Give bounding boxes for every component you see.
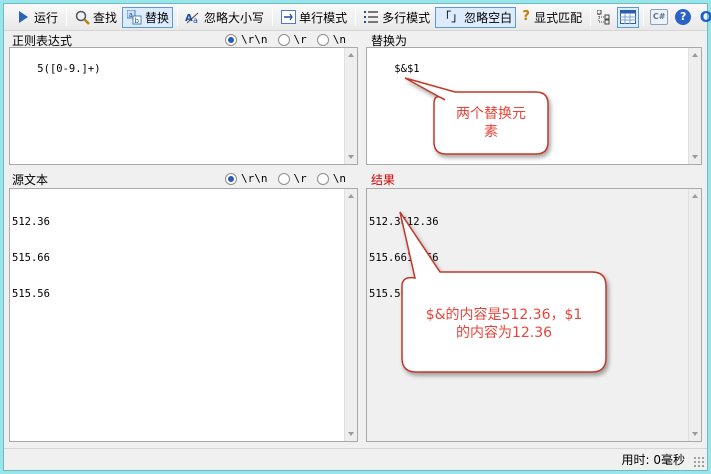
toolbar-separator bbox=[66, 8, 68, 26]
radio-unchecked[interactable] bbox=[316, 172, 329, 185]
radio-unchecked[interactable] bbox=[277, 33, 290, 46]
multi-line-icon bbox=[363, 9, 379, 25]
csharp-icon: C# bbox=[650, 9, 669, 25]
csharp-button[interactable]: C# bbox=[647, 7, 671, 28]
tree-view-icon bbox=[597, 9, 613, 25]
source-option-cr[interactable]: \r bbox=[277, 172, 307, 185]
callout-text-explanation: $&的内容是512.36，$1 的内容为12.36 bbox=[425, 307, 583, 341]
toolbar-separator bbox=[590, 8, 592, 26]
multi-line-button[interactable]: 多行模式 bbox=[359, 7, 434, 28]
replace-scrollbar[interactable] bbox=[688, 48, 701, 164]
question-icon: ? bbox=[522, 9, 530, 24]
radio-unchecked[interactable] bbox=[277, 172, 290, 185]
table-view-button[interactable] bbox=[617, 6, 640, 28]
regex-newline-options: \r\n \r \n bbox=[225, 33, 346, 46]
text-caret bbox=[438, 288, 440, 300]
brackets-icon: 「」 bbox=[439, 10, 464, 24]
source-line: 512.36 bbox=[12, 216, 50, 228]
find-button[interactable]: 查找 bbox=[70, 7, 121, 28]
app-window: 运行 查找 ab 替换 Aa 忽略大小写 单行模式 多行模式 「」 忽略空白 ?… bbox=[3, 3, 711, 471]
callout-text-replace-elements: 两个替换元 素 bbox=[456, 106, 526, 140]
toolbar-separator bbox=[355, 8, 357, 26]
table-view-icon bbox=[620, 9, 637, 25]
result-line: 515.5615.56 bbox=[369, 288, 440, 300]
run-label: 运行 bbox=[34, 10, 59, 25]
svg-text:b: b bbox=[134, 17, 139, 25]
source-pane-label: 源文本 bbox=[12, 173, 49, 187]
ignore-case-button[interactable]: Aa 忽略大小写 bbox=[181, 7, 268, 28]
ignore-case-label: 忽略大小写 bbox=[204, 10, 265, 25]
toolbar-separator bbox=[272, 8, 274, 26]
explicit-capture-label: 显式匹配 bbox=[534, 10, 583, 25]
source-input[interactable]: 512.36 515.66 515.56 bbox=[9, 188, 358, 442]
radio-checked[interactable] bbox=[225, 172, 237, 185]
ignore-whitespace-button[interactable]: 「」 忽略空白 bbox=[435, 6, 517, 28]
replace-label: 替换 bbox=[145, 10, 170, 25]
toolbar-separator bbox=[177, 8, 179, 26]
help-button[interactable]: ? bbox=[672, 7, 694, 28]
csharp-glyph: C# bbox=[652, 12, 666, 21]
explicit-capture-button[interactable]: ? 显式匹配 bbox=[517, 7, 586, 28]
toolbar-separator bbox=[643, 8, 645, 26]
run-button[interactable]: 运行 bbox=[11, 7, 62, 28]
elapsed-time: 用时: 0毫秒 bbox=[621, 453, 686, 467]
help-glyph: ? bbox=[679, 10, 687, 23]
source-line: 515.56 bbox=[12, 288, 50, 300]
result-pane-label: 结果 bbox=[371, 173, 396, 187]
magnifier-icon bbox=[74, 9, 90, 25]
single-line-label: 单行模式 bbox=[299, 10, 348, 25]
radio-checked[interactable] bbox=[225, 33, 237, 46]
source-option-lf[interactable]: \n bbox=[316, 172, 346, 185]
result-line: 515.6615.66 bbox=[369, 252, 439, 264]
ignore-case-icon: Aa bbox=[185, 9, 201, 25]
about-icon: O bbox=[699, 8, 711, 26]
single-line-icon bbox=[280, 9, 296, 25]
regex-option-crlf[interactable]: \r\n bbox=[225, 33, 268, 46]
help-icon: ? bbox=[675, 9, 692, 25]
regex-input[interactable]: 5([0-9.]+) bbox=[9, 47, 358, 165]
svg-text:a: a bbox=[128, 11, 132, 19]
resize-grip[interactable] bbox=[693, 456, 705, 468]
result-line: 512.3612.36 bbox=[369, 216, 439, 228]
source-line: 515.66 bbox=[12, 252, 50, 264]
replace-value: $&$1 bbox=[394, 63, 420, 75]
replace-icon: ab bbox=[126, 9, 142, 25]
toolbar: 运行 查找 ab 替换 Aa 忽略大小写 单行模式 多行模式 「」 忽略空白 ?… bbox=[4, 4, 711, 31]
replace-button[interactable]: ab 替换 bbox=[122, 6, 174, 28]
result-scrollbar[interactable] bbox=[688, 189, 701, 441]
single-line-button[interactable]: 单行模式 bbox=[276, 7, 351, 28]
source-scrollbar[interactable] bbox=[344, 189, 357, 441]
regex-option-cr[interactable]: \r bbox=[277, 33, 307, 46]
tree-view-button[interactable] bbox=[594, 7, 616, 28]
source-newline-options: \r\n \r \n bbox=[225, 172, 346, 185]
regex-scrollbar[interactable] bbox=[344, 48, 357, 164]
regex-value: 5([0-9.]+) bbox=[37, 63, 101, 75]
status-bar: 用时: 0毫秒 bbox=[4, 448, 707, 470]
radio-unchecked[interactable] bbox=[316, 33, 329, 46]
source-option-crlf[interactable]: \r\n bbox=[225, 172, 268, 185]
regex-option-lf[interactable]: \n bbox=[316, 33, 346, 46]
play-icon bbox=[15, 9, 31, 25]
about-button[interactable]: O bbox=[695, 7, 711, 28]
multi-line-label: 多行模式 bbox=[382, 10, 431, 25]
ignore-whitespace-label: 忽略空白 bbox=[464, 10, 513, 25]
find-label: 查找 bbox=[93, 10, 118, 25]
